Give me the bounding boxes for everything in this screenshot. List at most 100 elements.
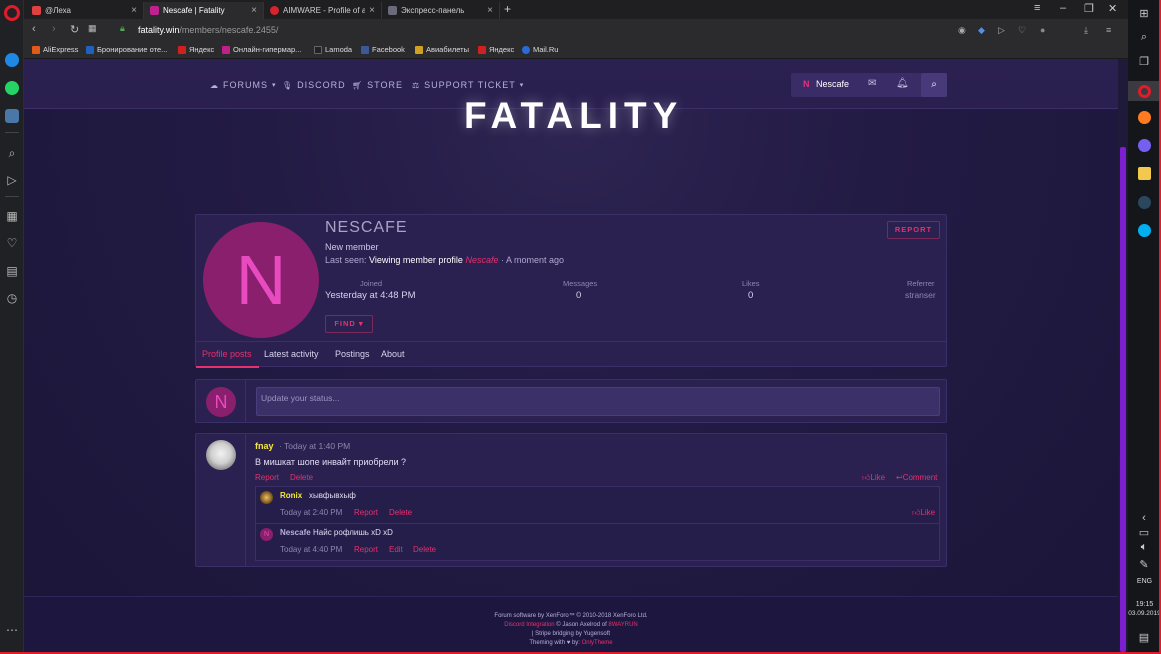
close-icon[interactable]: × xyxy=(365,5,375,16)
post-like-link[interactable]: 👍︎Like xyxy=(862,473,885,483)
last-seen-user-link[interactable]: Nescafe xyxy=(465,255,498,265)
taskbar-skype[interactable] xyxy=(1137,223,1151,237)
messenger-icon[interactable] xyxy=(4,52,20,68)
tab-vk[interactable]: @Леха × xyxy=(26,2,144,19)
shield-icon[interactable]: ◆ xyxy=(978,25,988,35)
window-close-button[interactable]: ✕ xyxy=(1108,2,1117,15)
lock-icon[interactable]: 🔒︎ xyxy=(120,23,125,34)
taskbar-explorer[interactable] xyxy=(1137,166,1151,180)
whatsapp-icon[interactable] xyxy=(4,80,20,96)
easy-setup-icon[interactable]: ≡ xyxy=(1106,25,1116,35)
minimize-button[interactable]: – xyxy=(1060,2,1066,14)
taskbar-viber[interactable] xyxy=(1137,138,1151,152)
taskbar-opera[interactable] xyxy=(1128,81,1161,101)
search-icon[interactable]: ⌕ xyxy=(1137,30,1151,44)
nav-support-ticket[interactable]: ⚖ SUPPORT TICKET ▾ xyxy=(412,80,524,90)
volume-icon[interactable]: 🔈︎ xyxy=(1137,540,1151,554)
close-icon[interactable]: × xyxy=(247,5,257,16)
footer-copyright[interactable]: Forum software by XenForo™ © 2010-2018 X… xyxy=(24,613,1118,619)
taskbar-steam[interactable] xyxy=(1137,195,1151,209)
comment-time[interactable]: Today at 4:40 PM xyxy=(280,545,342,554)
more-icon[interactable]: ⋯ xyxy=(4,622,20,638)
search-icon[interactable]: ⌕ xyxy=(4,145,20,161)
comment-like-link[interactable]: 👍︎Like xyxy=(912,508,935,518)
tab-profile-posts[interactable]: Profile posts xyxy=(202,349,252,359)
comment-avatar[interactable]: N xyxy=(260,528,273,541)
heart-icon[interactable]: ♡ xyxy=(4,235,20,251)
camera-icon[interactable]: ◉ xyxy=(958,25,968,35)
opera-logo-icon[interactable] xyxy=(4,5,20,21)
speed-dial-icon[interactable]: ▦ xyxy=(4,208,20,224)
speed-dial-button[interactable]: ▦ xyxy=(88,23,97,34)
pen-icon[interactable]: ✎ xyxy=(1137,557,1151,571)
footer-onlytheme-link[interactable]: OnlyTheme xyxy=(582,640,613,646)
bell-icon[interactable]: 🔔︎ xyxy=(896,78,909,89)
play-icon[interactable]: ▷ xyxy=(998,25,1008,35)
download-icon[interactable]: ⤓ xyxy=(1084,25,1094,35)
bookmark-yandex[interactable]: Яндекс xyxy=(178,45,214,54)
bookmark-yandex-2[interactable]: Яндекс xyxy=(478,45,514,54)
find-button[interactable]: FIND ▾ xyxy=(325,315,373,333)
tab-fatality[interactable]: Nescafe | Fatality × xyxy=(144,2,264,19)
post-author[interactable]: fnay xyxy=(255,441,274,451)
bookmark-aviabilety[interactable]: Авиабилеты xyxy=(415,45,469,54)
vk-icon[interactable] xyxy=(4,108,20,124)
comment-author[interactable]: Ronix xyxy=(280,491,302,500)
comment-delete-link[interactable]: Delete xyxy=(389,508,412,517)
comment-time[interactable]: Today at 2:40 PM xyxy=(280,508,342,517)
tab-express-panel[interactable]: Экспресс-панель × xyxy=(382,2,500,19)
bookmark-hypermarket[interactable]: Онлайн-гипермар... xyxy=(222,45,301,54)
close-icon[interactable]: × xyxy=(483,5,493,16)
comment-delete-link[interactable]: Delete xyxy=(413,545,436,554)
tab-menu-icon[interactable]: ≡ xyxy=(1034,2,1040,14)
new-tab-button[interactable]: + xyxy=(504,2,511,16)
heart-icon[interactable]: ♡ xyxy=(1018,25,1028,35)
windows-start-icon[interactable]: ⊞ xyxy=(1137,6,1151,20)
extension-icon[interactable]: ● xyxy=(1040,25,1050,35)
comment-report-link[interactable]: Report xyxy=(354,545,378,554)
bookmark-lamoda[interactable]: Lamoda xyxy=(314,45,352,54)
footer-8wayrun-link[interactable]: 8WAYRUN xyxy=(608,622,637,628)
bookmark-aliexpress[interactable]: AliExpress xyxy=(32,45,78,54)
forward-button[interactable]: › xyxy=(52,23,56,35)
close-icon[interactable]: × xyxy=(127,5,137,16)
tab-about[interactable]: About xyxy=(381,349,405,359)
notifications-icon[interactable]: ▤ xyxy=(1137,630,1151,644)
comment-author[interactable]: Nescafe xyxy=(280,528,311,537)
history-icon[interactable]: ◷ xyxy=(4,290,20,306)
stat-messages-value[interactable]: 0 xyxy=(576,290,581,301)
tab-postings[interactable]: Postings xyxy=(335,349,370,359)
task-view-icon[interactable]: ❐ xyxy=(1137,54,1151,68)
status-avatar[interactable]: N xyxy=(206,387,236,417)
back-button[interactable]: ‹ xyxy=(32,23,36,35)
post-author-avatar[interactable] xyxy=(206,440,236,470)
clock-date[interactable]: 03.09.2019 xyxy=(1128,610,1161,617)
site-logo[interactable]: FATALITY xyxy=(464,95,683,137)
envelope-icon[interactable]: ✉ xyxy=(868,78,876,89)
news-icon[interactable]: ▤ xyxy=(4,263,20,279)
clock-time[interactable]: 19:15 xyxy=(1128,601,1161,608)
nav-forums[interactable]: ☁ FORUMS ▾ xyxy=(210,80,277,90)
post-report-link[interactable]: Report xyxy=(255,473,279,482)
chevron-up-icon[interactable]: ‹ xyxy=(1137,511,1151,525)
post-time[interactable]: · Today at 1:40 PM xyxy=(279,441,350,451)
bookmark-facebook[interactable]: Facebook xyxy=(361,45,405,54)
comment-avatar[interactable] xyxy=(260,491,273,504)
reload-button[interactable]: ↻ xyxy=(70,23,79,36)
scrollbar-thumb[interactable] xyxy=(1120,147,1126,652)
stat-referrer-value[interactable]: stranser xyxy=(905,290,936,300)
network-icon[interactable]: ▭ xyxy=(1137,525,1151,539)
profile-avatar[interactable]: N xyxy=(203,222,319,338)
comment-report-link[interactable]: Report xyxy=(354,508,378,517)
send-icon[interactable]: ▷ xyxy=(4,172,20,188)
restore-button[interactable]: ❐ xyxy=(1084,2,1094,15)
page-scrollbar[interactable] xyxy=(1118,59,1128,654)
footer-discord-link[interactable]: Discord Integration xyxy=(504,622,554,628)
input-language[interactable]: ENG xyxy=(1128,578,1161,585)
status-input[interactable]: Update your status... xyxy=(256,387,940,416)
tab-latest-activity[interactable]: Latest activity xyxy=(264,349,319,359)
post-comment-link[interactable]: ↩Comment xyxy=(896,473,937,482)
tab-aimware[interactable]: AIMWARE - Profile of aimw × xyxy=(264,2,382,19)
url-field[interactable]: fatality.win/members/nescafe.2455/ xyxy=(138,25,278,35)
post-delete-link[interactable]: Delete xyxy=(290,473,313,482)
